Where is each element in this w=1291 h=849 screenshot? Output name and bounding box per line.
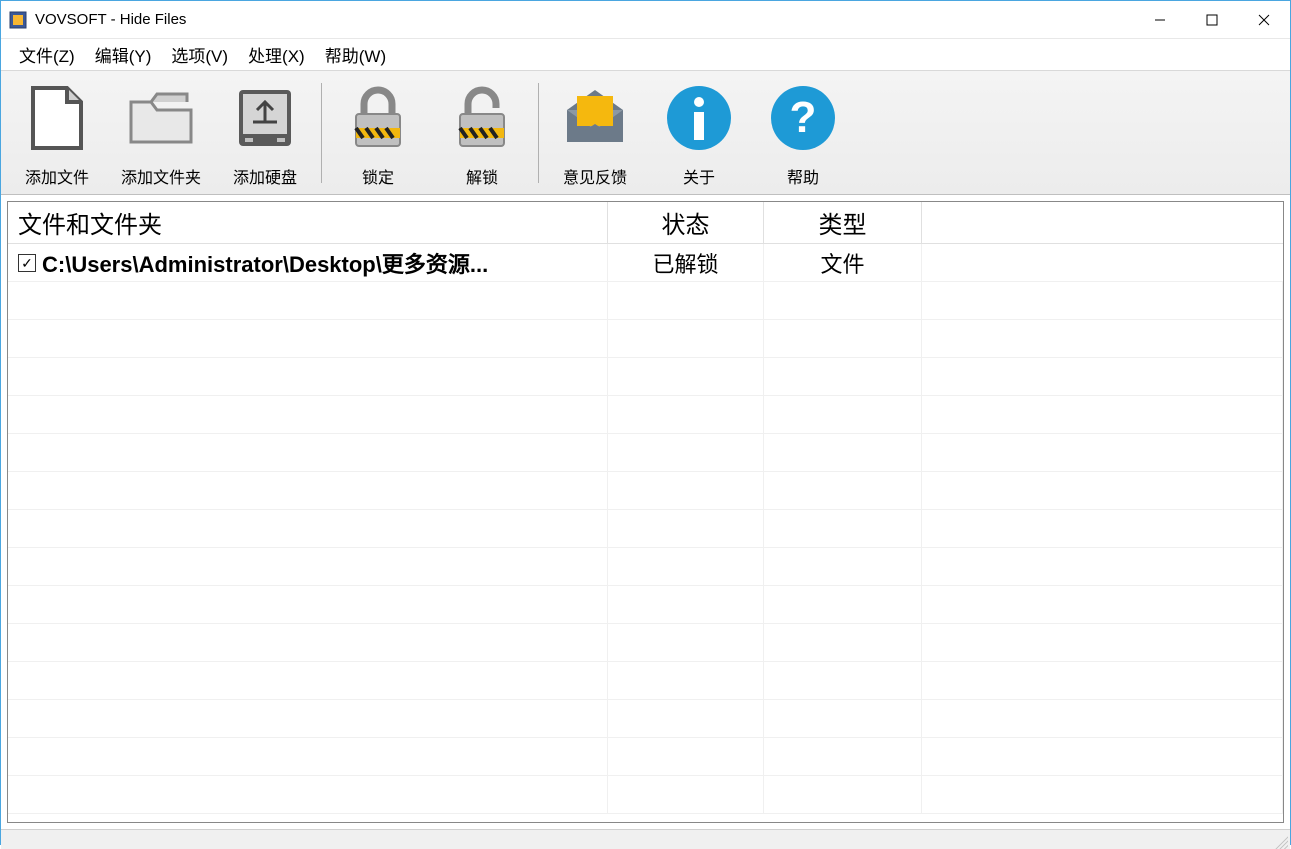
- toolbar-separator: [321, 83, 322, 183]
- status-bar: [1, 829, 1290, 849]
- menu-process[interactable]: 处理(X): [238, 38, 315, 71]
- menu-file[interactable]: 文件(Z): [9, 38, 85, 71]
- empty-row: [8, 624, 1283, 662]
- empty-row: [8, 396, 1283, 434]
- add-file-label: 添加文件: [25, 164, 89, 188]
- add-disk-button[interactable]: 添加硬盘: [213, 75, 317, 191]
- about-label: 关于: [683, 164, 715, 188]
- folder-icon: [121, 78, 201, 158]
- maximize-button[interactable]: [1186, 1, 1238, 38]
- feedback-label: 意见反馈: [563, 164, 627, 188]
- minimize-icon: [1154, 14, 1166, 26]
- empty-row: [8, 548, 1283, 586]
- file-icon: [17, 78, 97, 158]
- maximize-icon: [1206, 14, 1218, 26]
- add-disk-label: 添加硬盘: [233, 164, 297, 188]
- unlock-label: 解锁: [466, 164, 498, 188]
- empty-row: [8, 586, 1283, 624]
- column-type[interactable]: 类型: [764, 202, 922, 243]
- empty-row: [8, 472, 1283, 510]
- menu-edit[interactable]: 编辑(Y): [85, 38, 162, 71]
- add-folder-button[interactable]: 添加文件夹: [109, 75, 213, 191]
- lock-icon: [338, 78, 418, 158]
- table-row[interactable]: ✓ C:\Users\Administrator\Desktop\更多资源...…: [8, 244, 1283, 282]
- title-bar: VOVSOFT - Hide Files: [1, 1, 1290, 39]
- lock-label: 锁定: [362, 164, 394, 188]
- add-file-button[interactable]: 添加文件: [5, 75, 109, 191]
- info-icon: [659, 78, 739, 158]
- close-icon: [1258, 14, 1270, 26]
- column-status[interactable]: 状态: [608, 202, 764, 243]
- envelope-icon: [555, 78, 635, 158]
- resize-grip-icon[interactable]: [1272, 833, 1288, 849]
- empty-row: [8, 738, 1283, 776]
- disk-icon: [225, 78, 305, 158]
- empty-row: [8, 662, 1283, 700]
- window-controls: [1134, 1, 1290, 38]
- lock-button[interactable]: 锁定: [326, 75, 430, 191]
- list-header: 文件和文件夹 状态 类型: [8, 202, 1283, 244]
- feedback-button[interactable]: 意见反馈: [543, 75, 647, 191]
- about-button[interactable]: 关于: [647, 75, 751, 191]
- toolbar: 添加文件 添加文件夹 添加硬盘: [1, 71, 1290, 195]
- row-checkbox[interactable]: ✓: [18, 254, 36, 272]
- toolbar-separator: [538, 83, 539, 183]
- empty-row: [8, 700, 1283, 738]
- file-list: 文件和文件夹 状态 类型 ✓ C:\Users\Administrator\De…: [7, 201, 1284, 823]
- empty-row: [8, 434, 1283, 472]
- menu-help[interactable]: 帮助(W): [315, 38, 396, 71]
- svg-text:?: ?: [790, 93, 817, 142]
- empty-row: [8, 510, 1283, 548]
- menu-bar: 文件(Z) 编辑(Y) 选项(V) 处理(X) 帮助(W): [1, 39, 1290, 71]
- row-path: C:\Users\Administrator\Desktop\更多资源...: [42, 247, 488, 279]
- empty-row: [8, 358, 1283, 396]
- minimize-button[interactable]: [1134, 1, 1186, 38]
- unlock-icon: [442, 78, 522, 158]
- empty-row: [8, 282, 1283, 320]
- question-icon: ?: [763, 78, 843, 158]
- window-title: VOVSOFT - Hide Files: [35, 11, 1134, 28]
- menu-options[interactable]: 选项(V): [161, 38, 238, 71]
- close-button[interactable]: [1238, 1, 1290, 38]
- help-button[interactable]: ? 帮助: [751, 75, 855, 191]
- unlock-button[interactable]: 解锁: [430, 75, 534, 191]
- help-label: 帮助: [787, 164, 819, 188]
- add-folder-label: 添加文件夹: [121, 164, 201, 188]
- empty-row: [8, 320, 1283, 358]
- row-type: 文件: [764, 244, 922, 281]
- app-icon: [9, 11, 27, 29]
- column-path[interactable]: 文件和文件夹: [8, 202, 608, 243]
- row-status: 已解锁: [608, 244, 764, 281]
- empty-row: [8, 776, 1283, 814]
